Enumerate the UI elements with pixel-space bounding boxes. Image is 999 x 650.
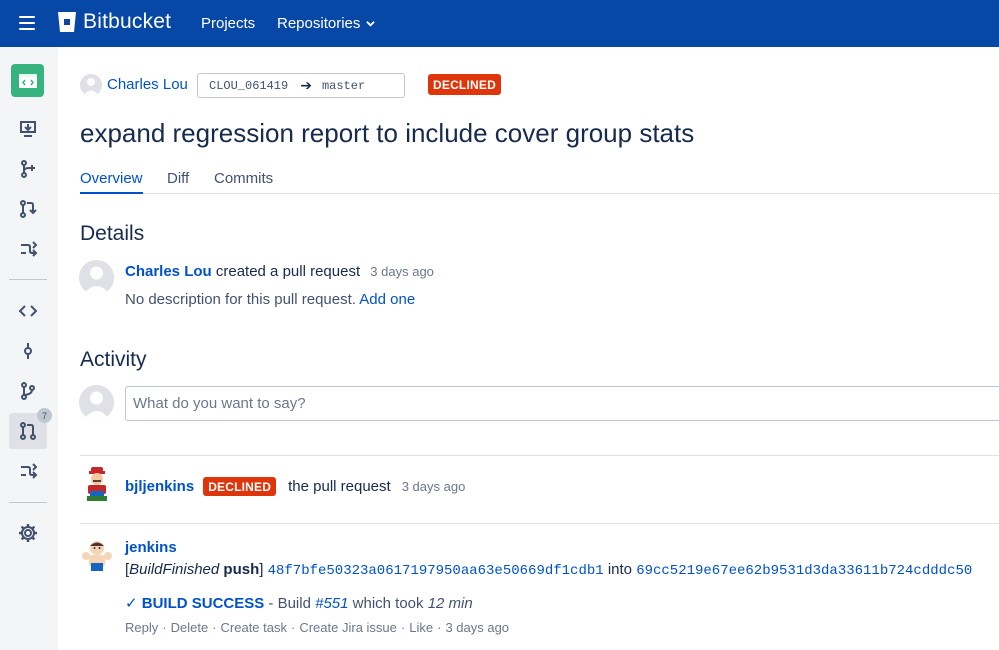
tab-diff[interactable]: Diff (167, 170, 189, 194)
repository-sidebar: 7 (0, 47, 58, 650)
brand-name: Bitbucket (83, 10, 172, 33)
activity-user-link[interactable]: bjljenkins (125, 478, 194, 495)
pr-author-link[interactable]: Charles Lou (107, 76, 188, 93)
sidebar-clone-icon[interactable] (9, 111, 47, 147)
create-task-action[interactable]: Create task (221, 620, 287, 635)
details-created-line: Charles Lou created a pull request 3 day… (125, 263, 434, 280)
build-success-label: ✓ BUILD SUCCESS (125, 595, 265, 612)
sidebar-divider (9, 502, 47, 503)
top-navigation-bar: Bitbucket Projects Repositories (0, 0, 999, 47)
jenkins-avatar[interactable] (80, 537, 114, 571)
sidebar-divider (9, 279, 47, 280)
target-branch: master (321, 78, 366, 93)
comment-input[interactable] (125, 386, 999, 421)
activity-item-declined: bjljenkins DECLINED the pull request 3 d… (125, 477, 465, 496)
build-event-type: BuildFinished (129, 561, 220, 578)
sidebar-compare-icon[interactable] (9, 231, 47, 267)
create-jira-issue-action[interactable]: Create Jira issue (299, 620, 397, 635)
branch-selector[interactable]: CLOU_061419 ➔ master (197, 73, 405, 98)
bitbucket-bucket-icon (58, 12, 76, 32)
declined-status-badge: DECLINED (203, 477, 277, 496)
sidebar-create-pull-request-icon[interactable] (9, 191, 47, 227)
nav-projects[interactable]: Projects (201, 15, 255, 32)
comment-actions: Reply · Delete · Create task · Create Jira iss… (125, 620, 510, 635)
sidebar-pipelines-icon[interactable] (9, 453, 47, 489)
build-event-line: [BuildFinished push] 48f7bfe50323a061719… (125, 561, 972, 579)
build-number-link[interactable]: #551 (315, 595, 348, 612)
activity-divider (80, 455, 999, 456)
status-badge: DECLINED (428, 74, 501, 95)
activity-heading: Activity (80, 348, 147, 371)
pr-tabs: Overview Diff Commits (80, 168, 999, 194)
bitbucket-logo[interactable]: Bitbucket (57, 10, 171, 34)
build-bracket-close: ] (259, 561, 264, 578)
nav-repositories-label: Repositories (277, 15, 361, 32)
no-description-text: No description for this pull request. (125, 291, 356, 308)
created-timestamp[interactable]: 3 days ago (370, 264, 434, 279)
to-commit-hash-link[interactable]: 69cc5219e67ee62b9531d3da33611b724cdddc50 (636, 563, 972, 579)
jenkins-user-link[interactable]: jenkins (125, 539, 177, 556)
repository-avatar[interactable] (11, 64, 44, 97)
into-text: into (607, 561, 633, 578)
build-event-push: push (223, 561, 260, 578)
activity-divider (80, 523, 999, 524)
reply-action[interactable]: Reply (125, 620, 158, 635)
details-heading: Details (80, 222, 145, 245)
sidebar-source-icon[interactable] (9, 293, 47, 329)
code-folder-icon (18, 73, 37, 88)
pull-requests-count-badge: 7 (37, 408, 52, 423)
arrow-right-icon: ➔ (300, 77, 312, 94)
took-text: which took (348, 595, 428, 612)
sidebar-pull-requests-icon[interactable]: 7 (9, 408, 52, 449)
created-action-text: created a pull request (215, 263, 361, 280)
build-duration: 12 min (427, 595, 473, 612)
creator-name-link[interactable]: Charles Lou (125, 263, 212, 280)
like-action[interactable]: Like (409, 620, 433, 635)
build-text: - Build (264, 595, 316, 612)
jenkins-name[interactable]: jenkins (125, 539, 177, 556)
source-branch: CLOU_061419 (209, 78, 289, 93)
activity-timestamp[interactable]: 3 days ago (402, 479, 466, 494)
add-description-link[interactable]: Add one (359, 291, 415, 308)
page-title: expand regression report to include cove… (80, 118, 695, 148)
from-commit-hash-link[interactable]: 48f7bfe50323a0617197950aa63e50669df1cdb1 (268, 563, 604, 579)
chevron-down-icon (366, 21, 376, 27)
author-avatar[interactable] (80, 74, 102, 96)
comment-timestamp[interactable]: 3 days ago (445, 620, 509, 635)
activity-text: the pull request (288, 478, 391, 495)
menu-icon[interactable] (19, 16, 35, 30)
pr-description: No description for this pull request. Ad… (125, 291, 415, 308)
sidebar-settings-gear-icon[interactable] (9, 515, 47, 551)
nav-repositories[interactable]: Repositories (277, 15, 376, 32)
tab-commits[interactable]: Commits (214, 170, 273, 194)
build-result-line: ✓ BUILD SUCCESS - Build #551 which took … (125, 594, 473, 612)
sidebar-commits-icon[interactable] (9, 333, 47, 369)
tab-overview[interactable]: Overview (80, 170, 143, 194)
bjljenkins-avatar[interactable] (82, 467, 112, 501)
sidebar-create-branch-icon[interactable] (9, 151, 47, 187)
current-user-avatar (79, 385, 114, 420)
delete-action[interactable]: Delete (171, 620, 209, 635)
sidebar-branches-icon[interactable] (9, 373, 47, 409)
creator-avatar[interactable] (79, 260, 114, 295)
